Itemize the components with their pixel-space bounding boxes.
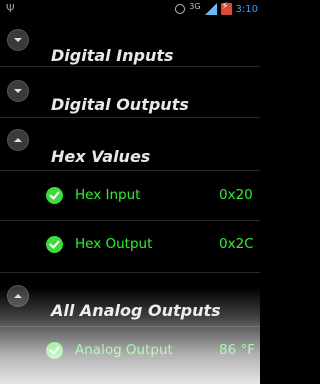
item-label: Hex Output <box>75 236 153 252</box>
chevron-down-icon[interactable] <box>7 80 29 102</box>
alarm-icon <box>175 4 186 14</box>
network-type: 3G <box>189 1 201 11</box>
section-title: Digital Outputs <box>51 95 189 114</box>
chevron-up-icon[interactable] <box>7 129 29 151</box>
usb-icon: Ψ <box>6 2 15 15</box>
section-title: Hex Values <box>51 147 151 166</box>
status-time: 3:10 <box>235 3 258 15</box>
divider <box>0 117 260 118</box>
item-label: Hex Input <box>75 187 141 203</box>
chevron-down-icon[interactable] <box>7 29 29 51</box>
battery-icon <box>220 1 232 15</box>
status-icons: 3G 3:10 <box>175 0 260 18</box>
section-hex-values[interactable]: Hex Values <box>0 123 260 173</box>
status-bar: Ψ 3G 3:10 <box>0 0 260 18</box>
divider <box>0 220 260 221</box>
check-icon <box>46 342 63 359</box>
list-item-hex-input[interactable]: Hex Input 0x20 <box>0 173 260 219</box>
item-value: 0x20 <box>219 187 253 203</box>
section-all-analog-outputs[interactable]: All Analog Outputs <box>0 278 260 328</box>
divider <box>0 272 260 273</box>
item-label: Analog Output <box>75 342 173 358</box>
divider <box>0 66 260 67</box>
chevron-up-icon[interactable] <box>7 285 29 307</box>
check-icon <box>46 236 63 253</box>
signal-icon <box>204 3 217 15</box>
divider <box>0 170 260 171</box>
section-title: Digital Inputs <box>51 46 174 65</box>
section-title: All Analog Outputs <box>51 301 221 320</box>
divider <box>0 326 260 327</box>
check-icon <box>46 187 63 204</box>
item-value: 0x2C <box>219 236 254 252</box>
item-value: 86 °F <box>219 342 255 358</box>
list-item-hex-output[interactable]: Hex Output 0x2C <box>0 224 260 270</box>
list-item-analog-output[interactable]: Analog Output 86 °F <box>0 329 260 375</box>
